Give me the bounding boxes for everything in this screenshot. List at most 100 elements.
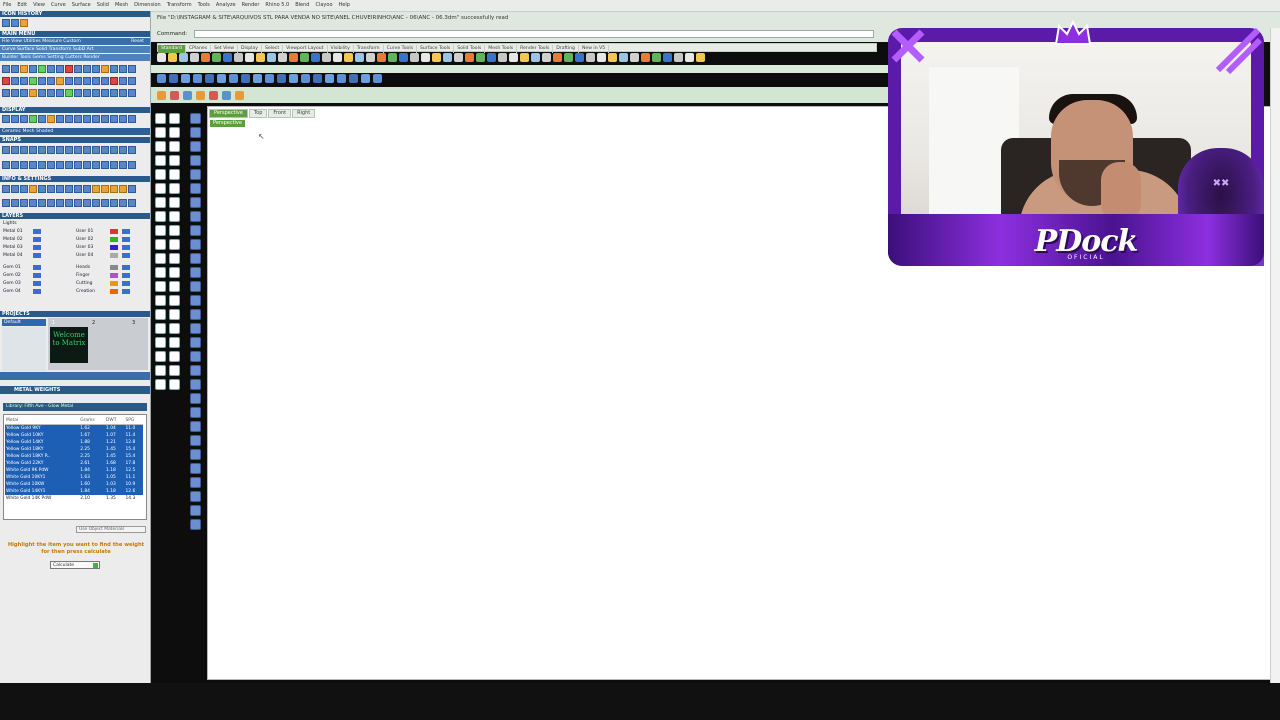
side-tool-icon[interactable] [169,141,180,152]
tool-icon[interactable] [83,65,91,73]
info-icon[interactable] [74,185,82,193]
snap-icon[interactable] [92,161,100,169]
side-tool-icon[interactable] [155,239,166,250]
snap-icon[interactable] [56,161,64,169]
table-row[interactable]: White Gold 9K PdW 1.84 1.18 12.5 [5,467,143,474]
display-mode-icon[interactable] [92,115,100,123]
menu-item[interactable]: Clayoo [312,0,335,8]
info-icon[interactable] [47,185,55,193]
toolbar-tool-icon[interactable] [663,53,672,62]
tool-icon[interactable] [65,65,73,73]
toolbar-tab[interactable]: Viewport Layout [283,45,328,53]
side-tool-icon[interactable] [190,197,201,208]
toolbar-tool-icon[interactable] [355,53,364,62]
toolbar-tool-icon[interactable] [179,53,188,62]
display-mode-icon[interactable] [20,115,28,123]
toolbar-tool-icon[interactable] [564,53,573,62]
menu-item[interactable]: File [0,0,14,8]
menu-item[interactable]: Dimension [131,0,164,8]
toolbar-tool-icon[interactable] [641,53,650,62]
menu-item[interactable]: Analyze [213,0,239,8]
side-tool-icon[interactable] [190,127,201,138]
command-input[interactable] [194,30,874,38]
toolbar-tool-icon[interactable] [542,53,551,62]
toolbar-tool-icon[interactable] [300,53,309,62]
table-row[interactable]: Yellow Gold 14KY 1.88 1.21 12.8 [5,439,143,446]
viewport-tab[interactable]: Right [292,109,316,118]
info-icon[interactable] [92,199,100,207]
info-icon[interactable] [11,199,19,207]
tool-icon[interactable] [38,77,46,85]
side-tool-icon[interactable] [190,351,201,362]
side-tool-icon[interactable] [190,309,201,320]
toolbar-tool-icon[interactable] [349,74,358,83]
main-menu-row-1[interactable]: File View Utilities Measure Custom Reset [0,38,150,45]
toolbar-tool-icon[interactable] [597,53,606,62]
info-icon[interactable] [128,199,136,207]
toolbar-tab[interactable]: Surface Tools [417,45,455,53]
layer-color-swatch[interactable] [110,245,118,250]
toolbar-tab[interactable]: Display [238,45,262,53]
toolbar-tab[interactable]: CPlanes [186,45,212,53]
table-row[interactable]: Yellow Gold 10KY 1.67 1.07 11.4 [5,432,143,439]
layer-color-swatch[interactable] [110,273,118,278]
toolbar-tool-icon[interactable] [443,53,452,62]
layer-item[interactable]: User 01 [76,228,93,235]
toolbar-tab[interactable]: Select [262,45,284,53]
info-icon[interactable] [65,185,73,193]
layer-color-swatch[interactable] [110,289,118,294]
toolbar-tool-icon[interactable] [487,53,496,62]
tool-icon[interactable] [2,65,10,73]
tool-icon[interactable] [119,77,127,85]
layer-item[interactable]: Finger [76,272,90,279]
side-tool-icon[interactable] [190,463,201,474]
toolbar-tab[interactable]: Drafting [553,45,579,53]
layer-item[interactable]: Metal 03 [3,244,23,251]
tool-icon[interactable] [2,77,10,85]
toolbar-tool-icon[interactable] [619,53,628,62]
side-tool-icon[interactable] [190,505,201,516]
menu-item[interactable]: Solid [94,0,112,8]
side-tool-icon[interactable] [190,491,201,502]
side-tool-icon[interactable] [155,127,166,138]
tool-icon[interactable] [128,65,136,73]
menu-item[interactable]: Help [336,0,353,8]
table-header-cell[interactable]: DWT [105,417,125,425]
side-tool-icon[interactable] [190,183,201,194]
tool-icon[interactable] [47,77,55,85]
toolbar-tool-icon[interactable] [311,53,320,62]
toolbar-tool-icon[interactable] [170,91,179,100]
toolbar-tool-icon[interactable] [209,91,218,100]
snap-icon[interactable] [29,161,37,169]
toolbar-tool-icon[interactable] [498,53,507,62]
table-header-cell[interactable]: Grams [79,417,106,425]
toolbar-tab[interactable]: Transform [354,45,384,53]
side-tool-icon[interactable] [169,211,180,222]
tool-icon[interactable] [101,89,109,97]
toolbar-tool-icon[interactable] [333,53,342,62]
viewport-tab[interactable]: Front [268,109,292,118]
right-scrollbar[interactable] [1270,28,1280,683]
menu-item[interactable]: Tools [195,0,213,8]
snap-icon[interactable] [2,146,10,154]
layer-color-swatch[interactable] [110,253,118,258]
layer-visibility-toggle[interactable] [122,237,130,242]
layer-visibility-toggle[interactable] [122,273,130,278]
toolbar-tool-icon[interactable] [301,74,310,83]
side-tool-icon[interactable] [155,309,166,320]
toolbar-tool-icon[interactable] [278,53,287,62]
side-tool-icon[interactable] [155,183,166,194]
side-tool-icon[interactable] [190,337,201,348]
side-tool-icon[interactable] [169,183,180,194]
tool-icon[interactable] [83,77,91,85]
layer-color-swatch[interactable] [33,237,41,242]
toolbar-tool-icon[interactable] [337,74,346,83]
menu-item[interactable]: Surface [69,0,94,8]
layer-visibility-toggle[interactable] [122,245,130,250]
side-tool-icon[interactable] [190,323,201,334]
layer-color-swatch[interactable] [110,237,118,242]
info-icon[interactable] [119,185,127,193]
side-tool-icon[interactable] [155,211,166,222]
side-tool-icon[interactable] [155,253,166,264]
toolbar-tool-icon[interactable] [432,53,441,62]
